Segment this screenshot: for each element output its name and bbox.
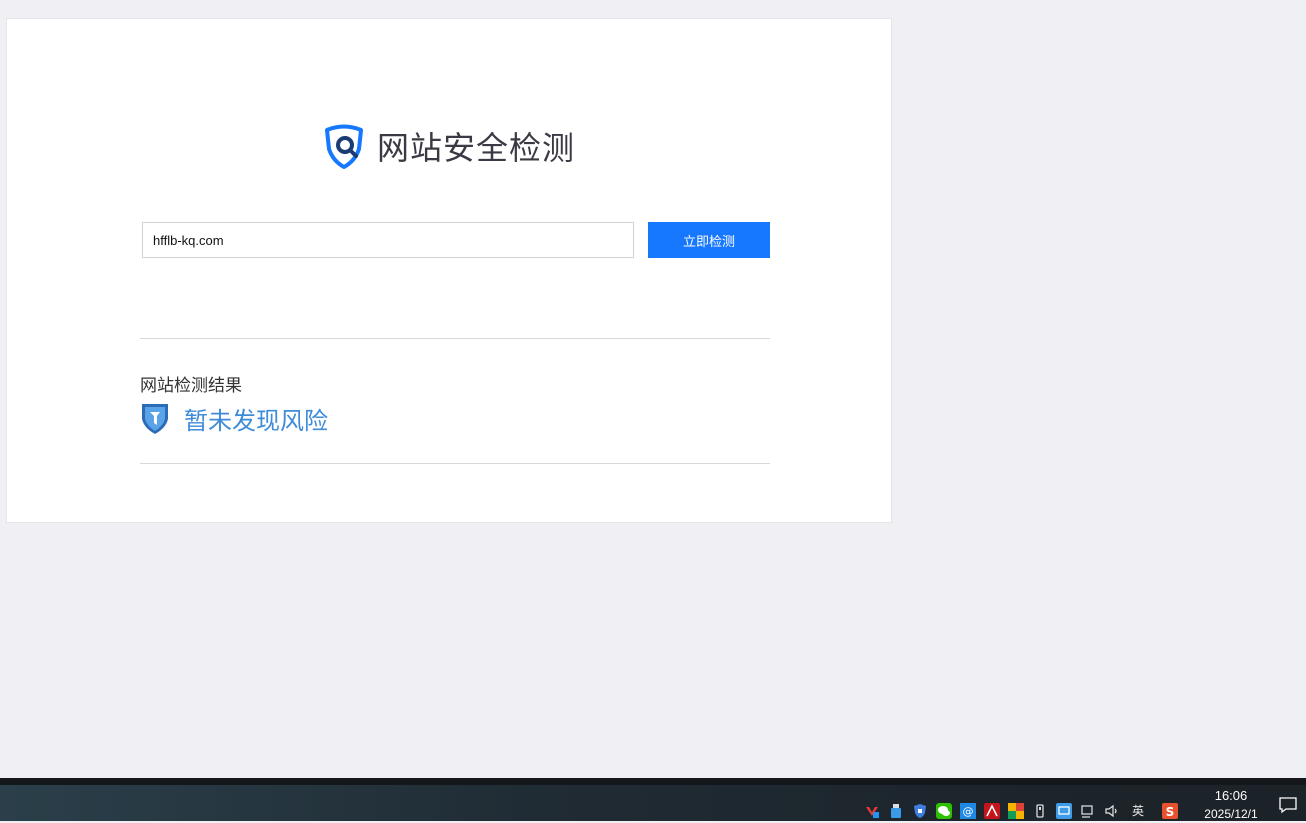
system-tray: @ 英 S — [864, 802, 1178, 819]
divider-bottom — [140, 463, 770, 464]
taskbar-clock[interactable]: 16:06 2025/12/1 — [1198, 787, 1264, 823]
taskbar: @ 英 S — [0, 778, 1306, 821]
svg-text:S: S — [1166, 805, 1175, 819]
scan-now-button[interactable]: 立即检测 — [648, 222, 770, 258]
scan-card: 网站安全检测 立即检测 网站检测结果 暂未发现风险 — [6, 18, 892, 523]
clock-date: 2025/12/1 — [1204, 807, 1258, 821]
page-title: 网站安全检测 — [377, 129, 576, 167]
color-app-icon[interactable] — [1007, 802, 1024, 819]
wechat-icon[interactable] — [935, 802, 952, 819]
url-input[interactable] — [142, 222, 634, 258]
shield-check-icon — [142, 404, 168, 434]
divider-top — [140, 338, 770, 339]
notification-icon[interactable] — [1279, 796, 1297, 818]
acrobat-icon[interactable] — [983, 802, 1000, 819]
mail-icon[interactable]: @ — [959, 802, 976, 819]
usb-eject-icon[interactable] — [1032, 803, 1048, 819]
volume-icon[interactable] — [1104, 803, 1120, 819]
usb-drive-icon[interactable] — [888, 803, 904, 819]
ime-indicator[interactable]: 英 — [1132, 802, 1144, 819]
sogou-icon[interactable]: S — [1162, 802, 1178, 819]
result-status-text: 暂未发现风险 — [184, 406, 328, 435]
network-icon[interactable] — [1080, 803, 1096, 819]
network-app-icon[interactable] — [1055, 802, 1072, 819]
security-shield-icon[interactable] — [912, 803, 928, 819]
shield-search-icon — [325, 124, 363, 169]
app-red-icon[interactable] — [864, 803, 880, 819]
logo: 网站安全检测 — [321, 123, 575, 169]
clock-time: 16:06 — [1214, 788, 1248, 803]
result-status: 暂未发现风险 — [140, 401, 328, 435]
result-section-title: 网站检测结果 — [140, 376, 242, 396]
svg-text:@: @ — [962, 805, 973, 818]
